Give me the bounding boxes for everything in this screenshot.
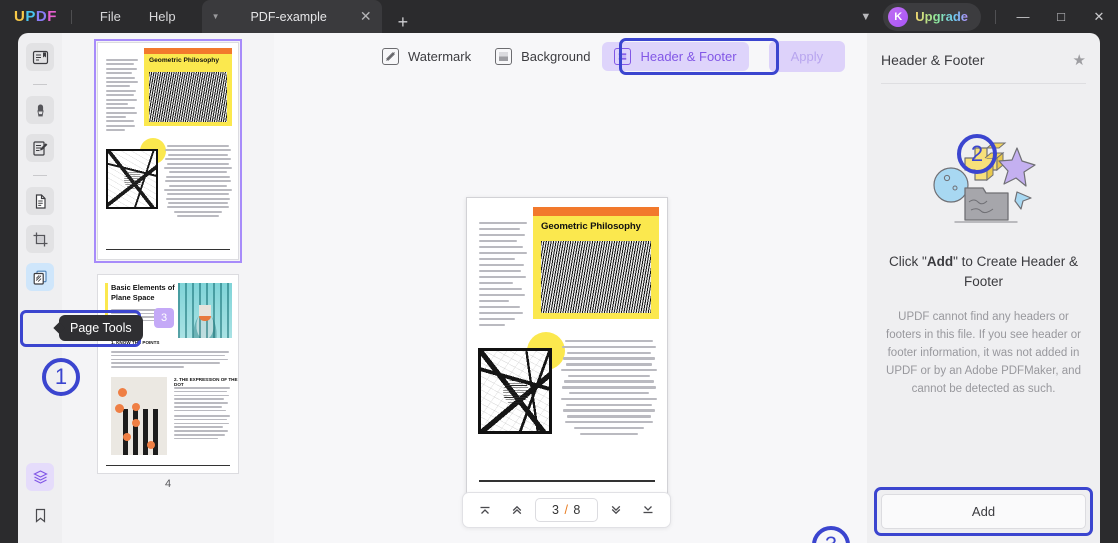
background-button[interactable]: Background	[483, 42, 602, 71]
page-tools-icon[interactable]	[26, 263, 54, 291]
empty-state-heading: Click "Add" to Create Header & Footer	[883, 252, 1084, 292]
bookmark-icon[interactable]	[26, 501, 54, 529]
thumbnail-page-4[interactable]: Basic Elements of Plane Space 1. KNOW TH…	[97, 274, 239, 474]
background-icon	[495, 48, 513, 65]
heading-post: " to Create Header & Footer	[953, 254, 1078, 289]
divider	[995, 9, 996, 24]
first-page-icon[interactable]	[471, 498, 499, 522]
menu-file[interactable]: File	[86, 5, 135, 28]
logo-letter-p: P	[25, 8, 36, 25]
app-body: Page Tools 1 Geometric Philosophy Basic …	[0, 33, 1118, 543]
right-panel-header: Header & Footer ★	[867, 33, 1100, 69]
page-number-input[interactable]: 3 / 8	[535, 498, 599, 522]
heading-bold: Add	[926, 254, 954, 269]
thumbnail-page-3[interactable]: Geometric Philosophy	[94, 39, 242, 263]
right-panel-title: Header & Footer	[881, 52, 985, 68]
minimize-button[interactable]: —	[1004, 0, 1042, 33]
page-navigation[interactable]: 3 / 8	[462, 492, 672, 528]
chevron-down-icon[interactable]: ▼	[848, 11, 883, 23]
divider	[33, 84, 47, 85]
document-page[interactable]: Geometric Philosophy	[466, 197, 668, 497]
add-button[interactable]: Add	[881, 494, 1086, 529]
updf-logo: U P D F	[14, 8, 57, 25]
thumbnail-panel[interactable]: Geometric Philosophy Basic Elements of P…	[62, 33, 274, 543]
plus-icon[interactable]: +	[398, 12, 409, 33]
maximize-button[interactable]: □	[1042, 0, 1080, 33]
watermark-label: Watermark	[408, 49, 472, 64]
close-icon[interactable]: ✕	[360, 8, 372, 25]
divider	[70, 9, 72, 24]
title-bar: U P D F File Help ▼ PDF-example ✕ + ▼ K …	[0, 0, 1118, 33]
document-viewer: Watermark Background Header & Footer App…	[274, 33, 997, 543]
empty-state-body: UPDF cannot find any headers or footers …	[886, 311, 1081, 395]
watermark-icon	[382, 48, 399, 65]
reader-icon[interactable]	[26, 43, 54, 71]
highlighter-icon[interactable]	[26, 96, 54, 124]
logo-letter-f: F	[47, 8, 57, 25]
apply-button[interactable]: Apply	[768, 41, 846, 72]
page-badge: 3	[154, 308, 174, 328]
next-page-icon[interactable]	[602, 498, 630, 522]
page-tools-toolbar: Watermark Background Header & Footer App…	[274, 33, 867, 80]
tab-title: PDF-example	[250, 9, 327, 24]
header-footer-label: Header & Footer	[640, 49, 737, 64]
heading-pre: Click "	[889, 254, 927, 269]
thumb-page-title: Geometric Philosophy	[149, 57, 219, 64]
upgrade-button[interactable]: K Upgrade	[883, 2, 981, 31]
star-icon[interactable]: ★	[1073, 51, 1086, 69]
right-panel: Header & Footer ★ Click "Add" to Create …	[867, 33, 1100, 543]
organize-pages-icon[interactable]	[26, 187, 54, 215]
header-footer-icon	[614, 48, 632, 65]
tab-strip: ▼ PDF-example ✕ +	[201, 0, 409, 33]
watermark-button[interactable]: Watermark	[370, 42, 483, 71]
divider	[33, 175, 47, 176]
step-marker-2: 2	[957, 134, 997, 174]
logo-letter-u: U	[14, 8, 26, 25]
page-tools-tooltip: Page Tools	[59, 315, 143, 341]
last-page-icon[interactable]	[634, 498, 662, 522]
page-separator: /	[564, 503, 569, 517]
tab-pdf-example[interactable]: ▼ PDF-example ✕	[201, 0, 382, 33]
background-label: Background	[521, 49, 591, 64]
page-area: Geometric Philosophy 3 / 8	[274, 80, 867, 543]
header-footer-button[interactable]: Header & Footer	[602, 42, 749, 71]
layers-icon[interactable]	[26, 463, 54, 491]
menu-help[interactable]: Help	[135, 5, 190, 28]
crop-icon[interactable]	[26, 225, 54, 253]
current-page: 3	[552, 503, 560, 517]
upgrade-label: Upgrade	[915, 9, 968, 24]
edit-pdf-icon[interactable]	[26, 134, 54, 162]
document-page-title: Geometric Philosophy	[541, 221, 641, 232]
left-toolbar-rail	[18, 33, 62, 543]
prev-page-icon[interactable]	[503, 498, 531, 522]
close-window-button[interactable]: ✕	[1080, 0, 1118, 33]
titlebar-right: ▼ K Upgrade — □ ✕	[848, 0, 1118, 33]
avatar: K	[888, 6, 909, 27]
step-marker-1: 1	[42, 358, 80, 396]
add-button-wrapper: Add	[867, 487, 1100, 543]
total-pages: 8	[573, 503, 582, 517]
logo-letter-d: D	[35, 8, 48, 25]
chevron-down-icon[interactable]: ▼	[212, 12, 220, 21]
thumbnail-page-number: 4	[164, 478, 172, 490]
updf-window: U P D F File Help ▼ PDF-example ✕ + ▼ K …	[0, 0, 1118, 543]
